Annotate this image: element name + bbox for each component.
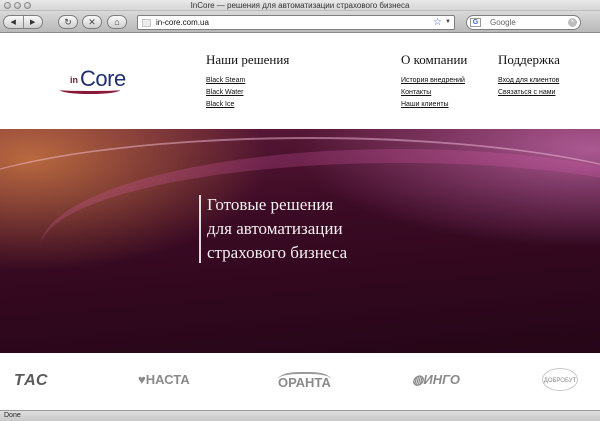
back-arrow-icon: ◀: [10, 19, 16, 26]
nav-solutions-title: Наши решения: [206, 52, 290, 67]
bookmark-star-icon[interactable]: ☆: [433, 16, 442, 29]
partner-logos: ТАС ♥НАСТА ОРАНТА ◍ИНГО ДОБРОБУТ: [0, 354, 600, 410]
window-title: InCore — решения для автоматизации страх…: [190, 1, 410, 10]
browser-window: InCore — решения для автоматизации страх…: [0, 0, 600, 421]
search-clear-icon[interactable]: ×: [568, 18, 577, 27]
stop-icon: ✕: [88, 16, 96, 27]
google-icon[interactable]: G: [470, 18, 481, 27]
hero-headline: Готовые решения для автоматизации страхо…: [207, 193, 347, 265]
page-content: in Core Наши решения Black Steam Black W…: [0, 34, 600, 410]
link-clients[interactable]: Наши клиенты: [401, 99, 467, 111]
home-button[interactable]: ⌂: [107, 15, 127, 29]
home-icon: ⌂: [114, 17, 120, 27]
link-contact-us[interactable]: Связаться с нами: [498, 87, 560, 99]
nasta-heart-icon: ♥: [138, 372, 146, 387]
search-field[interactable]: G Google ×: [466, 15, 581, 30]
partner-logo-nasta[interactable]: ♥НАСТА: [138, 372, 190, 387]
link-black-ice[interactable]: Black Ice: [206, 99, 289, 111]
forward-arrow-icon: ▶: [30, 19, 36, 26]
logo-name: Core: [80, 66, 126, 91]
back-forward-buttons: ◀ ▶: [3, 15, 43, 29]
hero-line-3: страхового бизнеса: [207, 243, 348, 262]
nav-support-title: Поддержка: [498, 52, 560, 67]
hero-line-1: Готовые решения: [207, 195, 334, 214]
nav-support: Поддержка Вход для клиентов Связаться с …: [498, 52, 560, 99]
nav-solutions: Наши решения Black Steam Black Water Bla…: [206, 52, 289, 111]
link-contacts[interactable]: Контакты: [401, 87, 467, 99]
reload-icon: ↻: [64, 16, 72, 27]
partner-logo-ingo[interactable]: ◍ИНГО: [412, 372, 460, 388]
link-client-login[interactable]: Вход для клиентов: [498, 75, 560, 87]
nav-company: О компании История внедрений Контакты На…: [401, 52, 467, 111]
hero-line-2: для автоматизации: [207, 219, 343, 238]
logo-prefix: in: [70, 75, 78, 85]
url-text: in-core.com.ua: [156, 18, 209, 27]
partner-nasta-name: НАСТА: [145, 372, 190, 387]
back-button[interactable]: ◀: [4, 16, 23, 28]
forward-button[interactable]: ▶: [22, 16, 43, 28]
incore-logo[interactable]: in Core: [56, 64, 136, 104]
link-history[interactable]: История внедрений: [401, 75, 467, 87]
hero-banner: Готовые решения для автоматизации страхо…: [0, 129, 600, 353]
toolbar: ◀ ▶ ↻ ✕ ⌂ in-core.com.ua ☆ ▼ G Google ×: [0, 11, 600, 33]
address-bar[interactable]: in-core.com.ua ☆ ▼: [137, 15, 455, 30]
title-bar: InCore — решения для автоматизации страх…: [0, 0, 600, 11]
hero-divider: [199, 195, 201, 263]
partner-logo-tas[interactable]: ТАС: [14, 372, 48, 390]
url-dropdown-icon[interactable]: ▼: [445, 16, 451, 29]
ingo-globe-icon: ◍: [412, 372, 424, 387]
partner-logo-oranta[interactable]: ОРАНТА: [278, 372, 331, 390]
favicon-icon: [142, 19, 151, 27]
reload-button[interactable]: ↻: [58, 15, 78, 29]
link-black-steam[interactable]: Black Steam: [206, 75, 289, 87]
nav-company-title: О компании: [401, 52, 468, 67]
status-bar: Done: [0, 410, 600, 421]
status-text: Done: [4, 412, 21, 419]
stop-button[interactable]: ✕: [82, 15, 102, 29]
link-black-water[interactable]: Black Water: [206, 87, 289, 99]
partner-logo-dobrobut[interactable]: ДОБРОБУТ: [542, 368, 578, 391]
search-placeholder: Google: [490, 18, 516, 27]
partner-ingo-name: ИНГО: [423, 372, 461, 387]
